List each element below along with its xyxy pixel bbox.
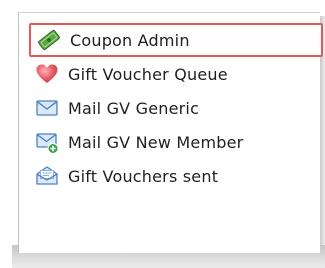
- coupon-icon: [37, 28, 61, 52]
- menu-item-mail-gv-new-member[interactable]: Mail GV New Member: [29, 125, 323, 159]
- envelope-open-icon: [35, 164, 59, 188]
- menu-item-coupon-admin[interactable]: Coupon Admin: [29, 23, 323, 57]
- menu-item-label: Mail GV Generic: [68, 98, 200, 118]
- envelope-icon: [35, 96, 59, 120]
- envelope-add-icon: [35, 130, 59, 154]
- menu-item-label: Gift Vouchers sent: [68, 166, 219, 186]
- menu-item-label: Gift Voucher Queue: [68, 64, 228, 84]
- heart-icon: [35, 62, 59, 86]
- admin-menu: Coupon Admin Gift Voucher Queue Mail GV …: [29, 23, 323, 193]
- menu-item-mail-gv-generic[interactable]: Mail GV Generic: [29, 91, 323, 125]
- menu-item-gift-voucher-queue[interactable]: Gift Voucher Queue: [29, 57, 323, 91]
- menu-item-label: Mail GV New Member: [68, 132, 244, 152]
- menu-panel: Coupon Admin Gift Voucher Queue Mail GV …: [18, 12, 323, 253]
- menu-item-label: Coupon Admin: [70, 30, 190, 50]
- menu-item-gift-vouchers-sent[interactable]: Gift Vouchers sent: [29, 159, 323, 193]
